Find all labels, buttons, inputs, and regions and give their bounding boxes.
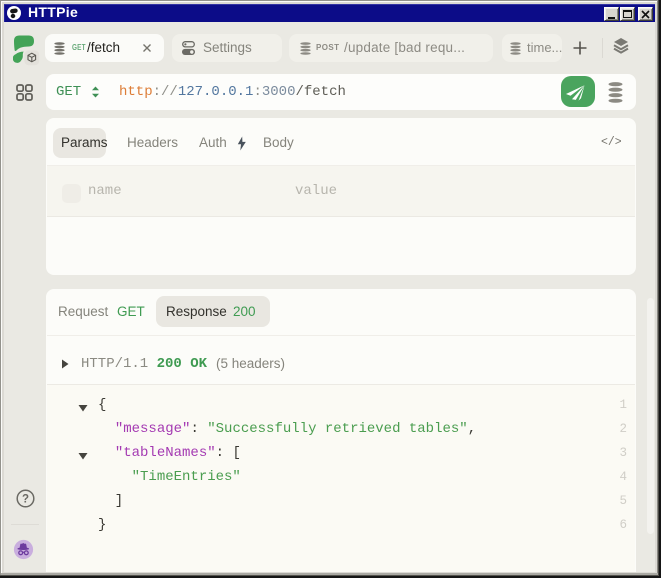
svg-text:?: ?: [22, 494, 29, 506]
